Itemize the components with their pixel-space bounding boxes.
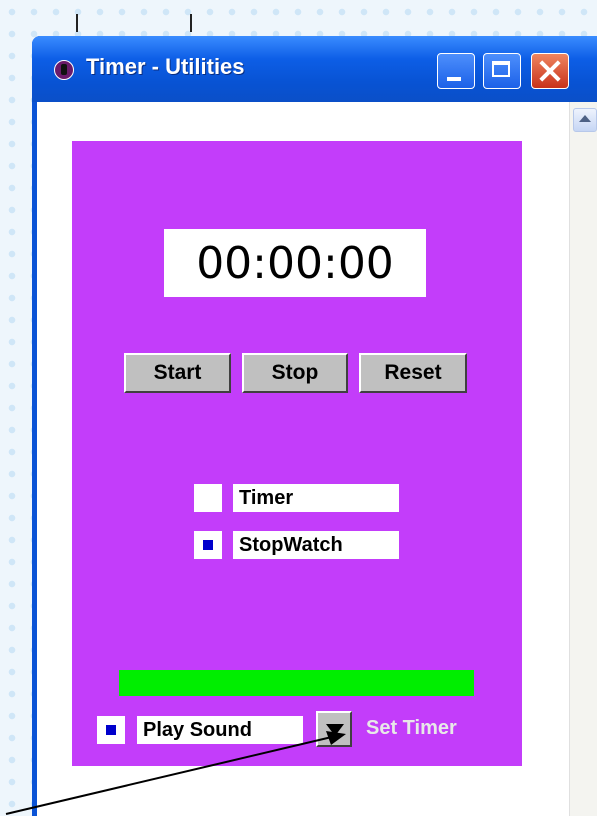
app-window: Timer - Utilities 00:00:00 Start Stop Re… xyxy=(32,36,597,816)
stopwatch-option-label: StopWatch xyxy=(233,531,399,559)
timer-panel: 00:00:00 Start Stop Reset Timer StopWatc… xyxy=(72,141,522,766)
timer-option-label: Timer xyxy=(233,484,399,512)
checkbox-check-mark xyxy=(106,725,116,735)
set-timer-dropdown-button[interactable] xyxy=(316,711,352,747)
close-button[interactable] xyxy=(531,53,569,89)
scroll-up-icon[interactable] xyxy=(573,108,597,132)
timer-checkbox[interactable] xyxy=(194,484,222,512)
play-sound-label: Play Sound xyxy=(137,716,303,744)
maximize-button[interactable] xyxy=(483,53,521,89)
set-timer-label[interactable]: Set Timer xyxy=(366,717,457,740)
tick-mark xyxy=(190,14,192,32)
progress-fill xyxy=(119,670,474,696)
stop-button[interactable]: Stop xyxy=(242,353,348,393)
app-icon xyxy=(54,60,74,80)
reset-button[interactable]: Reset xyxy=(359,353,467,393)
window-title: Timer - Utilities xyxy=(86,54,245,79)
tick-mark xyxy=(76,14,78,32)
progress-bar xyxy=(119,670,474,696)
client-area: 00:00:00 Start Stop Reset Timer StopWatc… xyxy=(37,102,597,816)
vertical-scrollbar[interactable] xyxy=(569,102,597,816)
stopwatch-checkbox[interactable] xyxy=(194,531,222,559)
start-button[interactable]: Start xyxy=(124,353,231,393)
minimize-button[interactable] xyxy=(437,53,475,89)
title-bar[interactable]: Timer - Utilities xyxy=(32,36,597,102)
time-display: 00:00:00 xyxy=(164,229,426,297)
play-sound-checkbox[interactable] xyxy=(97,716,125,744)
checkbox-check-mark xyxy=(203,540,213,550)
